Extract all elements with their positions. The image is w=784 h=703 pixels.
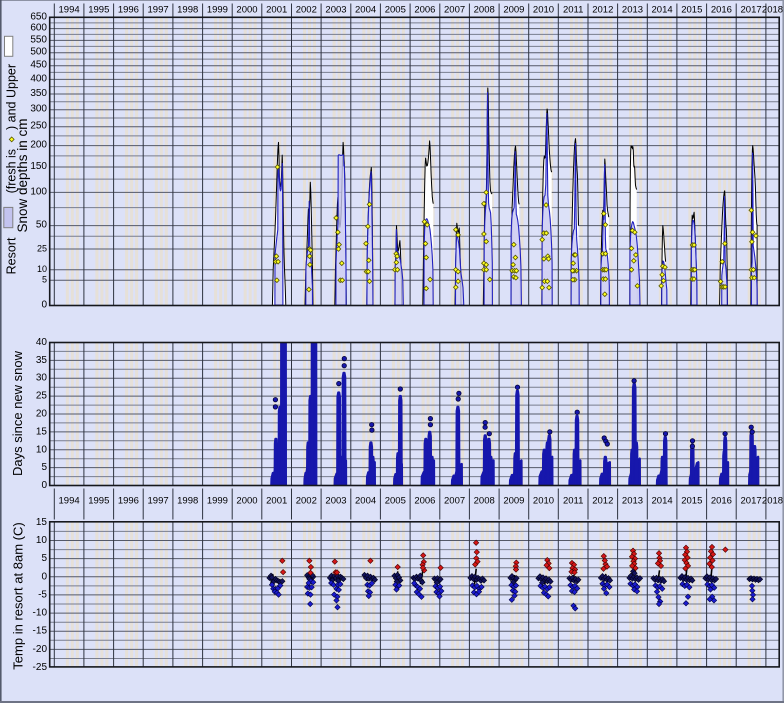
svg-text:1998: 1998 bbox=[177, 496, 198, 507]
svg-text:2008: 2008 bbox=[474, 496, 495, 507]
svg-text:20: 20 bbox=[36, 409, 48, 420]
svg-text:2004: 2004 bbox=[355, 5, 376, 16]
svg-text:150: 150 bbox=[30, 161, 47, 172]
svg-text:Days since new snow: Days since new snow bbox=[10, 350, 25, 476]
svg-text:-15: -15 bbox=[33, 626, 48, 637]
svg-text:100: 100 bbox=[30, 186, 47, 197]
svg-text:2012: 2012 bbox=[592, 5, 613, 16]
svg-text:350: 350 bbox=[30, 88, 47, 99]
svg-text:450: 450 bbox=[30, 60, 47, 71]
svg-text:2002: 2002 bbox=[296, 5, 317, 16]
svg-text:30: 30 bbox=[36, 373, 48, 384]
svg-text:2015: 2015 bbox=[681, 496, 702, 507]
svg-text:1996: 1996 bbox=[118, 496, 139, 507]
svg-text:2018: 2018 bbox=[762, 496, 783, 507]
svg-text:-5: -5 bbox=[38, 589, 47, 600]
svg-text:10: 10 bbox=[36, 535, 48, 546]
svg-text:2010: 2010 bbox=[533, 496, 554, 507]
svg-text:300: 300 bbox=[30, 104, 47, 115]
svg-text:2017: 2017 bbox=[741, 496, 762, 507]
svg-text:2007: 2007 bbox=[444, 496, 465, 507]
svg-text:2006: 2006 bbox=[414, 496, 435, 507]
svg-text:2018: 2018 bbox=[762, 5, 783, 16]
svg-text:5: 5 bbox=[41, 553, 47, 564]
svg-text:2007: 2007 bbox=[444, 5, 465, 16]
svg-text:15: 15 bbox=[36, 426, 48, 437]
svg-text:25: 25 bbox=[37, 244, 47, 254]
svg-text:1996: 1996 bbox=[118, 5, 139, 16]
svg-text:2016: 2016 bbox=[711, 5, 732, 16]
svg-text:2000: 2000 bbox=[236, 5, 257, 16]
svg-text:2001: 2001 bbox=[266, 5, 287, 16]
svg-text:200: 200 bbox=[30, 140, 47, 151]
svg-text:0: 0 bbox=[41, 300, 47, 311]
svg-text:2016: 2016 bbox=[711, 496, 732, 507]
svg-text:-10: -10 bbox=[33, 608, 48, 619]
svg-text:5: 5 bbox=[42, 275, 47, 285]
svg-text:1997: 1997 bbox=[148, 496, 169, 507]
svg-text:0: 0 bbox=[41, 571, 47, 582]
svg-text:50: 50 bbox=[36, 220, 48, 231]
svg-text:0: 0 bbox=[41, 480, 47, 491]
svg-text:1995: 1995 bbox=[88, 5, 109, 16]
svg-text:2013: 2013 bbox=[622, 5, 643, 16]
svg-text:2010: 2010 bbox=[533, 5, 554, 16]
svg-text:2011: 2011 bbox=[563, 5, 583, 16]
svg-text:2014: 2014 bbox=[652, 5, 673, 16]
svg-text:Snow depths in cm: Snow depths in cm bbox=[15, 118, 30, 232]
svg-text:2004: 2004 bbox=[355, 496, 376, 507]
svg-text:2000: 2000 bbox=[236, 496, 257, 507]
svg-text:25: 25 bbox=[36, 391, 48, 402]
svg-text:2009: 2009 bbox=[503, 496, 524, 507]
svg-text:15: 15 bbox=[36, 517, 48, 528]
svg-text:40: 40 bbox=[36, 337, 48, 348]
svg-text:10: 10 bbox=[37, 264, 47, 274]
svg-text:1998: 1998 bbox=[177, 5, 198, 16]
svg-text:1997: 1997 bbox=[148, 5, 169, 16]
svg-text:-20: -20 bbox=[33, 644, 48, 655]
svg-text:2008: 2008 bbox=[474, 5, 495, 16]
svg-text:550: 550 bbox=[30, 34, 47, 45]
svg-text:1999: 1999 bbox=[207, 5, 228, 16]
svg-text:1994: 1994 bbox=[59, 496, 80, 507]
svg-text:2013: 2013 bbox=[622, 496, 643, 507]
svg-text:2003: 2003 bbox=[325, 5, 346, 16]
svg-text:Temp in resort at 8am (C): Temp in resort at 8am (C) bbox=[11, 522, 26, 669]
svg-text:400: 400 bbox=[30, 73, 47, 84]
svg-text:2011: 2011 bbox=[563, 496, 583, 507]
svg-text:1994: 1994 bbox=[59, 5, 80, 16]
svg-text:250: 250 bbox=[30, 121, 47, 132]
svg-text:600: 600 bbox=[30, 23, 47, 34]
svg-text:Resort: Resort bbox=[5, 237, 19, 274]
svg-text:35: 35 bbox=[36, 355, 48, 366]
svg-text:1995: 1995 bbox=[88, 496, 109, 507]
svg-text:2001: 2001 bbox=[266, 496, 287, 507]
svg-text:2017: 2017 bbox=[741, 5, 762, 16]
svg-text:10: 10 bbox=[36, 444, 48, 455]
svg-text:1999: 1999 bbox=[207, 496, 228, 507]
svg-text:5: 5 bbox=[41, 462, 47, 473]
svg-text:500: 500 bbox=[30, 47, 47, 58]
svg-text:650: 650 bbox=[30, 11, 47, 22]
svg-text:2002: 2002 bbox=[296, 496, 317, 507]
svg-text:2014: 2014 bbox=[652, 496, 673, 507]
svg-text:2015: 2015 bbox=[681, 5, 702, 16]
svg-text:2005: 2005 bbox=[385, 496, 406, 507]
svg-text:2003: 2003 bbox=[325, 496, 346, 507]
svg-text:2006: 2006 bbox=[414, 5, 435, 16]
svg-text:-25: -25 bbox=[33, 662, 48, 673]
svg-text:2012: 2012 bbox=[592, 496, 613, 507]
svg-text:2009: 2009 bbox=[503, 5, 524, 16]
svg-text:2005: 2005 bbox=[385, 5, 406, 16]
